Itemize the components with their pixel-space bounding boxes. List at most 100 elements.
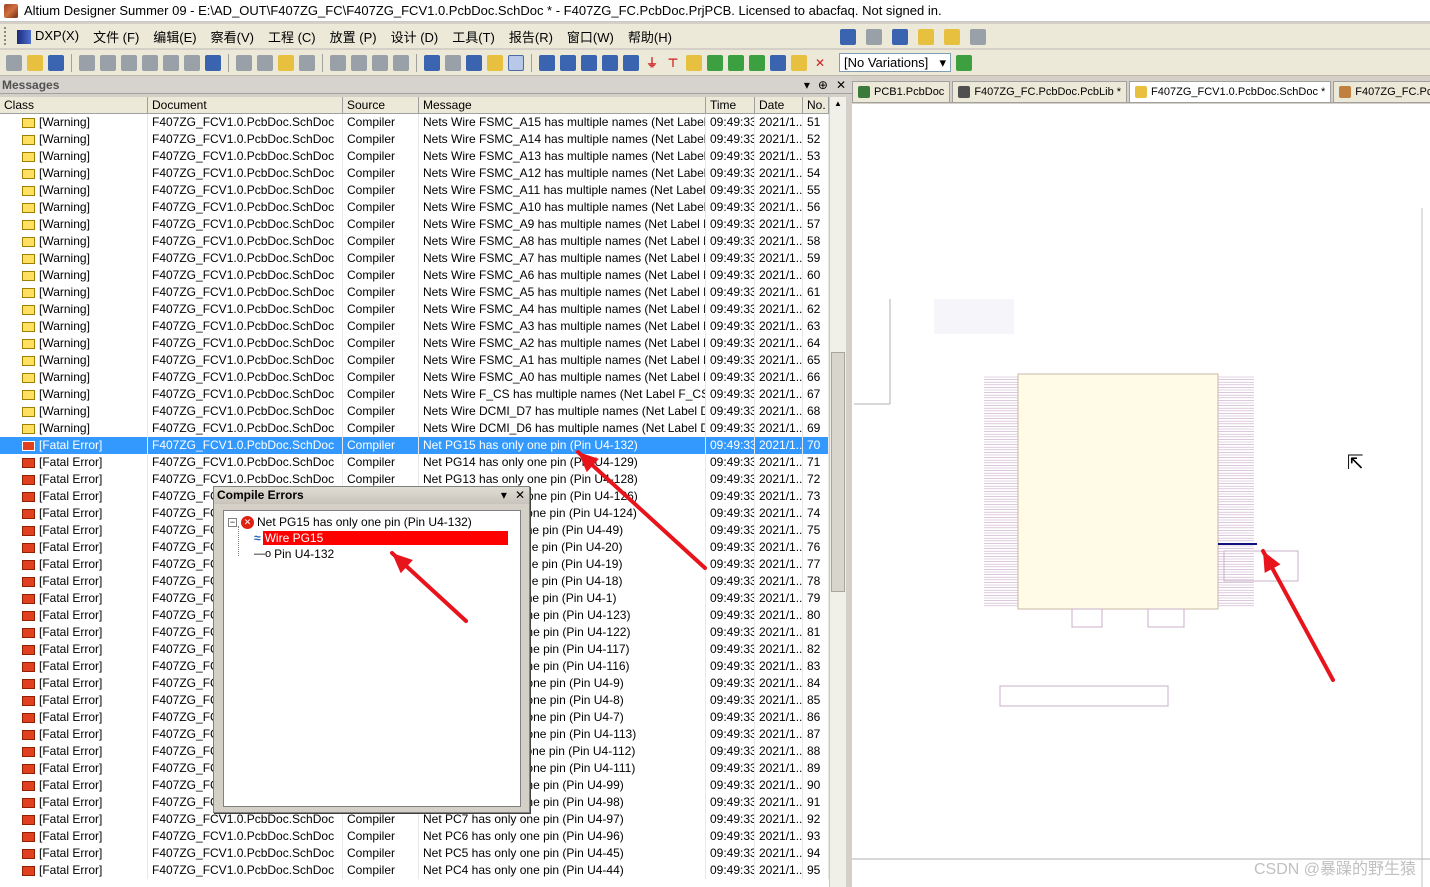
- tab-schdoc[interactable]: F407ZG_FCV1.0.PcbDoc.SchDoc *: [1129, 81, 1332, 102]
- align-tool-icon[interactable]: [866, 29, 882, 45]
- compile-errors-title-bar[interactable]: Compile Errors ▾ ✕: [214, 487, 529, 504]
- column-header-document[interactable]: Document: [148, 97, 343, 113]
- save-icon[interactable]: [48, 54, 64, 71]
- table-row[interactable]: [Warning] F407ZG_FCV1.0.PcbDoc.SchDoc Comp…: [0, 420, 829, 437]
- power-port-icon[interactable]: [892, 29, 908, 45]
- mcu-component[interactable]: [1017, 373, 1219, 610]
- toolbar-grip[interactable]: [4, 27, 7, 45]
- menu-project[interactable]: 工程 (C): [261, 27, 323, 46]
- menu-help[interactable]: 帮助(H): [621, 27, 679, 46]
- gnd-port-icon[interactable]: ⏚: [644, 55, 660, 71]
- bottom-connector[interactable]: [1147, 608, 1185, 628]
- zoom-area-icon[interactable]: [163, 54, 179, 71]
- header-connector[interactable]: [999, 685, 1169, 707]
- tree-node-pin[interactable]: —o Pin U4-132: [254, 546, 334, 562]
- zoom-fit-icon[interactable]: [142, 54, 158, 71]
- print-preview-icon[interactable]: [100, 54, 116, 71]
- vcc-port-icon[interactable]: ⊤: [665, 55, 681, 71]
- no-erc-icon[interactable]: ✕: [812, 55, 828, 71]
- cross-probe-icon[interactable]: [487, 54, 503, 71]
- sheet-entry-icon[interactable]: [728, 54, 744, 71]
- tree-node-wire[interactable]: ≈ Wire PG15: [254, 530, 508, 546]
- menu-reports[interactable]: 报告(R): [502, 27, 560, 46]
- table-row[interactable]: [Warning] F407ZG_FCV1.0.PcbDoc.SchDoc Comp…: [0, 301, 829, 318]
- table-row[interactable]: [Warning] F407ZG_FCV1.0.PcbDoc.SchDoc Comp…: [0, 182, 829, 199]
- open-file-icon[interactable]: [27, 54, 43, 71]
- table-row[interactable]: [Warning] F407ZG_FCV1.0.PcbDoc.SchDoc Comp…: [0, 165, 829, 182]
- table-row[interactable]: [Fatal Error] F407ZG_FCV1.0.PcbDoc.SchDoc…: [0, 862, 829, 879]
- table-row[interactable]: [Warning] F407ZG_FCV1.0.PcbDoc.SchDoc Comp…: [0, 114, 829, 131]
- scrollbar-thumb[interactable]: [831, 352, 845, 592]
- menu-design[interactable]: 设计 (D): [384, 27, 446, 46]
- zoom-selected-icon[interactable]: [184, 54, 200, 71]
- part-tool-icon[interactable]: [918, 29, 934, 45]
- table-row[interactable]: [Fatal Error] F407ZG_FCV1.0.PcbDoc.SchDoc…: [0, 454, 829, 471]
- panel-pin-icon[interactable]: ⊕: [818, 77, 828, 94]
- table-row[interactable]: [Fatal Error] F407ZG_FCV1.0.PcbDoc.SchDoc…: [0, 811, 829, 828]
- paste-icon[interactable]: [278, 54, 294, 71]
- menu-view[interactable]: 察看(V): [204, 27, 261, 46]
- net-tag-icon[interactable]: [623, 54, 639, 71]
- place-wire-icon[interactable]: [539, 54, 555, 71]
- cut-icon[interactable]: [236, 54, 252, 71]
- table-row[interactable]: [Warning] F407ZG_FCV1.0.PcbDoc.SchDoc Comp…: [0, 386, 829, 403]
- menu-tools[interactable]: 工具(T): [445, 27, 502, 46]
- bottom-connector[interactable]: [1071, 608, 1103, 628]
- shape-tool-icon[interactable]: [944, 29, 960, 45]
- menu-place[interactable]: 放置 (P): [323, 27, 384, 46]
- table-row[interactable]: [Warning] F407ZG_FCV1.0.PcbDoc.SchDoc Comp…: [0, 216, 829, 233]
- bus-entry-icon[interactable]: [581, 54, 597, 71]
- tree-node-net[interactable]: − ✕ Net PG15 has only one pin (Pin U4-13…: [228, 514, 472, 530]
- chart-tool-icon[interactable]: [840, 29, 856, 45]
- dialog-close-icon[interactable]: ✕: [515, 487, 525, 504]
- panel-close-icon[interactable]: ✕: [836, 77, 846, 94]
- copy-icon[interactable]: [257, 54, 273, 71]
- table-row[interactable]: [Fatal Error] F407ZG_FCV1.0.PcbDoc.SchDoc…: [0, 828, 829, 845]
- tab-pcb1[interactable]: PCB1.PcbDoc: [852, 81, 951, 102]
- net-label-icon[interactable]: [602, 54, 618, 71]
- messages-scrollbar[interactable]: ▲: [829, 97, 846, 887]
- table-row[interactable]: [Warning] F407ZG_FCV1.0.PcbDoc.SchDoc Comp…: [0, 369, 829, 386]
- grid-tool-icon[interactable]: [970, 29, 986, 45]
- table-row[interactable]: [Warning] F407ZG_FCV1.0.PcbDoc.SchDoc Comp…: [0, 267, 829, 284]
- port-place-icon[interactable]: [791, 54, 807, 71]
- table-row[interactable]: [Warning] F407ZG_FCV1.0.PcbDoc.SchDoc Comp…: [0, 335, 829, 352]
- table-row[interactable]: [Fatal Error] F407ZG_FCV1.0.PcbDoc.SchDoc…: [0, 437, 829, 454]
- dialog-scrollbar[interactable]: [521, 510, 529, 807]
- table-row[interactable]: [Warning] F407ZG_FCV1.0.PcbDoc.SchDoc Comp…: [0, 318, 829, 335]
- dialog-menu-icon[interactable]: ▾: [501, 487, 507, 504]
- compile-toggle-icon[interactable]: [508, 54, 524, 71]
- table-row[interactable]: [Warning] F407ZG_FCV1.0.PcbDoc.SchDoc Comp…: [0, 199, 829, 216]
- place-bus-icon[interactable]: [560, 54, 576, 71]
- menu-file[interactable]: 文件 (F): [86, 27, 146, 46]
- deselect-icon[interactable]: [393, 54, 409, 71]
- new-file-icon[interactable]: [6, 54, 22, 71]
- undo-icon[interactable]: [424, 54, 440, 71]
- column-header-time[interactable]: Time: [706, 97, 755, 113]
- table-row[interactable]: [Fatal Error] F407ZG_FCV1.0.PcbDoc.SchDoc…: [0, 845, 829, 862]
- variant-manager-icon[interactable]: [956, 54, 972, 71]
- table-row[interactable]: [Warning] F407ZG_FCV1.0.PcbDoc.SchDoc Comp…: [0, 403, 829, 420]
- move-selection-icon[interactable]: [372, 54, 388, 71]
- panel-menu-icon[interactable]: ▾: [804, 77, 810, 94]
- hierarchy-icon[interactable]: [466, 54, 482, 71]
- device-sheet-icon[interactable]: [749, 54, 765, 71]
- menu-dxp[interactable]: DXP(X): [10, 28, 86, 44]
- redo-icon[interactable]: [445, 54, 461, 71]
- tab-pcblib[interactable]: F407ZG_FC.PcbDoc.PcbLib *: [952, 81, 1128, 102]
- menu-window[interactable]: 窗口(W): [560, 27, 621, 46]
- collapse-icon[interactable]: −: [228, 517, 237, 527]
- table-row[interactable]: [Warning] F407ZG_FCV1.0.PcbDoc.SchDoc Comp…: [0, 131, 829, 148]
- select-area-icon[interactable]: [330, 54, 346, 71]
- column-header-class[interactable]: Class: [0, 97, 148, 113]
- port-icon[interactable]: [770, 54, 786, 71]
- table-row[interactable]: [Warning] F407ZG_FCV1.0.PcbDoc.SchDoc Comp…: [0, 284, 829, 301]
- zoom-menu-icon[interactable]: [205, 54, 221, 71]
- crystal-component[interactable]: [1223, 550, 1299, 582]
- variations-select[interactable]: [No Variations] ▾: [839, 53, 951, 72]
- place-part-icon[interactable]: [686, 54, 702, 71]
- sheet-symbol-icon[interactable]: [707, 54, 723, 71]
- menu-edit[interactable]: 编辑(E): [146, 27, 203, 46]
- devices-icon[interactable]: [121, 54, 137, 71]
- column-header-date[interactable]: Date: [755, 97, 803, 113]
